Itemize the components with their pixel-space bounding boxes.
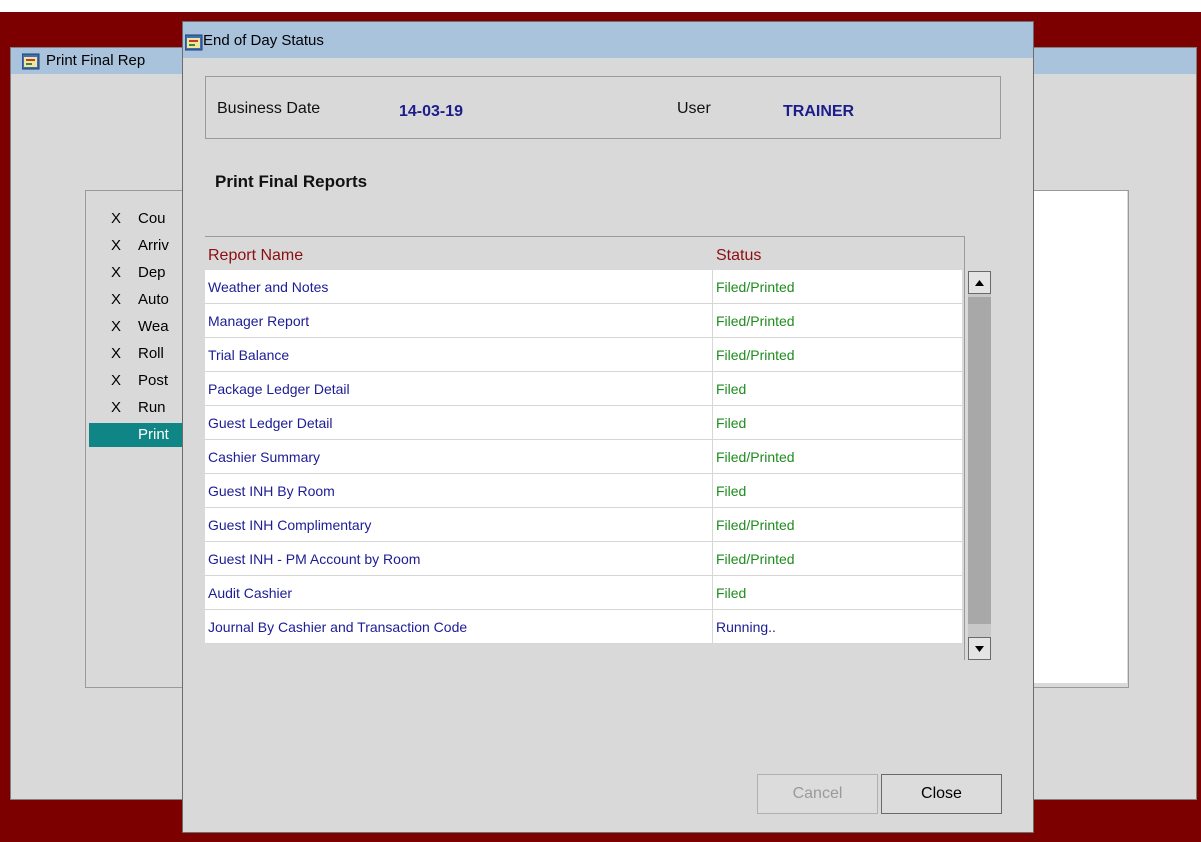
column-divider — [712, 304, 713, 337]
step-mark: X — [111, 345, 122, 362]
app-window-icon — [22, 53, 40, 70]
column-divider — [712, 474, 713, 507]
step-mark: X — [111, 264, 122, 281]
table-row[interactable]: Guest INH Complimentary Filed/Printed — [205, 508, 962, 542]
step-mark: X — [111, 210, 122, 227]
table-row[interactable]: Manager Report Filed/Printed — [205, 304, 962, 338]
step-item-selected[interactable]: Print — [89, 423, 189, 447]
report-status: Filed — [716, 415, 747, 431]
step-label: Print — [138, 426, 169, 443]
column-divider — [712, 338, 713, 371]
step-label: Run — [138, 399, 166, 416]
step-label: Arriv — [138, 237, 169, 254]
report-status: Filed/Printed — [716, 279, 795, 295]
report-status: Filed/Printed — [716, 347, 795, 363]
step-mark: X — [111, 237, 122, 254]
column-divider — [712, 372, 713, 405]
business-date-value: 14-03-19 — [399, 103, 464, 120]
column-divider — [712, 576, 713, 609]
table-header: Report Name Status — [205, 237, 962, 270]
step-label: Wea — [138, 318, 169, 335]
column-divider — [712, 440, 713, 473]
column-divider — [712, 270, 713, 303]
user-value: TRAINER — [783, 103, 855, 120]
step-label: Auto — [138, 291, 169, 308]
cancel-button[interactable]: Cancel — [757, 774, 878, 814]
user-label: User — [677, 100, 711, 117]
step-label: Cou — [138, 210, 166, 227]
column-divider — [712, 610, 713, 643]
step-label: Dep — [138, 264, 166, 281]
business-info-box: Business Date 14-03-19 User TRAINER — [205, 76, 1001, 139]
column-divider — [712, 406, 713, 439]
table-row[interactable]: Weather and Notes Filed/Printed — [205, 270, 962, 304]
report-name: Weather and Notes — [208, 279, 329, 295]
report-status: Filed — [716, 483, 747, 499]
column-header-report-name[interactable]: Report Name — [208, 247, 303, 265]
report-name: Guest Ledger Detail — [208, 415, 333, 431]
steps-list-detail-pane — [1032, 191, 1127, 683]
report-name: Guest INH - PM Account by Room — [208, 551, 421, 567]
report-name: Manager Report — [208, 313, 310, 329]
report-name: Guest INH Complimentary — [208, 517, 372, 533]
step-mark: X — [111, 372, 122, 389]
report-name: Package Ledger Detail — [208, 381, 350, 397]
report-name: Audit Cashier — [208, 585, 293, 601]
column-header-status[interactable]: Status — [716, 247, 761, 265]
table-row[interactable]: Journal By Cashier and Transaction Code R… — [205, 610, 962, 644]
table-row[interactable]: Guest Ledger Detail Filed — [205, 406, 962, 440]
section-title: Print Final Reports — [215, 172, 368, 191]
step-mark: X — [111, 291, 122, 308]
table-row[interactable]: Guest INH - PM Account by Room Filed/Prin… — [205, 542, 962, 576]
scroll-down-button[interactable] — [968, 637, 991, 660]
step-label: Roll — [138, 345, 164, 362]
report-name: Guest INH By Room — [208, 483, 335, 499]
report-status: Filed/Printed — [716, 551, 795, 567]
report-status: Filed/Printed — [716, 313, 795, 329]
dialog-title: End of Day Status — [203, 32, 324, 49]
table-row[interactable]: Package Ledger Detail Filed — [205, 372, 962, 406]
table-scrollbar[interactable] — [968, 271, 991, 660]
report-status: Filed — [716, 585, 747, 601]
scroll-thumb[interactable] — [968, 297, 991, 624]
report-name: Journal By Cashier and Transaction Code — [208, 619, 468, 635]
scroll-up-button[interactable] — [968, 271, 991, 294]
app-window-icon — [185, 34, 203, 51]
arrow-up-icon — [975, 280, 984, 286]
report-name: Cashier Summary — [208, 449, 321, 465]
end-of-day-status-dialog: End of Day Status Business Date 14-03-19… — [182, 21, 1034, 833]
step-mark: X — [111, 399, 122, 416]
arrow-down-icon — [975, 646, 984, 652]
background-window-title: Print Final Rep — [46, 52, 146, 69]
table-row[interactable]: Cashier Summary Filed/Printed — [205, 440, 962, 474]
report-status: Filed/Printed — [716, 449, 795, 465]
table-row[interactable]: Trial Balance Filed/Printed — [205, 338, 962, 372]
report-status: Filed — [716, 381, 747, 397]
column-divider — [712, 508, 713, 541]
business-date-label: Business Date — [217, 100, 321, 117]
dialog-titlebar[interactable]: End of Day Status — [183, 22, 1033, 58]
report-status: Filed/Printed — [716, 517, 795, 533]
table-row[interactable]: Audit Cashier Filed — [205, 576, 962, 610]
report-name: Trial Balance — [208, 347, 290, 363]
report-status: Running.. — [716, 619, 776, 635]
column-divider — [712, 542, 713, 575]
close-button[interactable]: Close — [881, 774, 1002, 814]
table-row[interactable]: Guest INH By Room Filed — [205, 474, 962, 508]
reports-table: Report Name Status Weather and Notes File… — [205, 236, 965, 660]
step-mark: X — [111, 318, 122, 335]
table-body: Weather and Notes Filed/Printed Manager R… — [205, 270, 962, 644]
step-label: Post — [138, 372, 169, 389]
